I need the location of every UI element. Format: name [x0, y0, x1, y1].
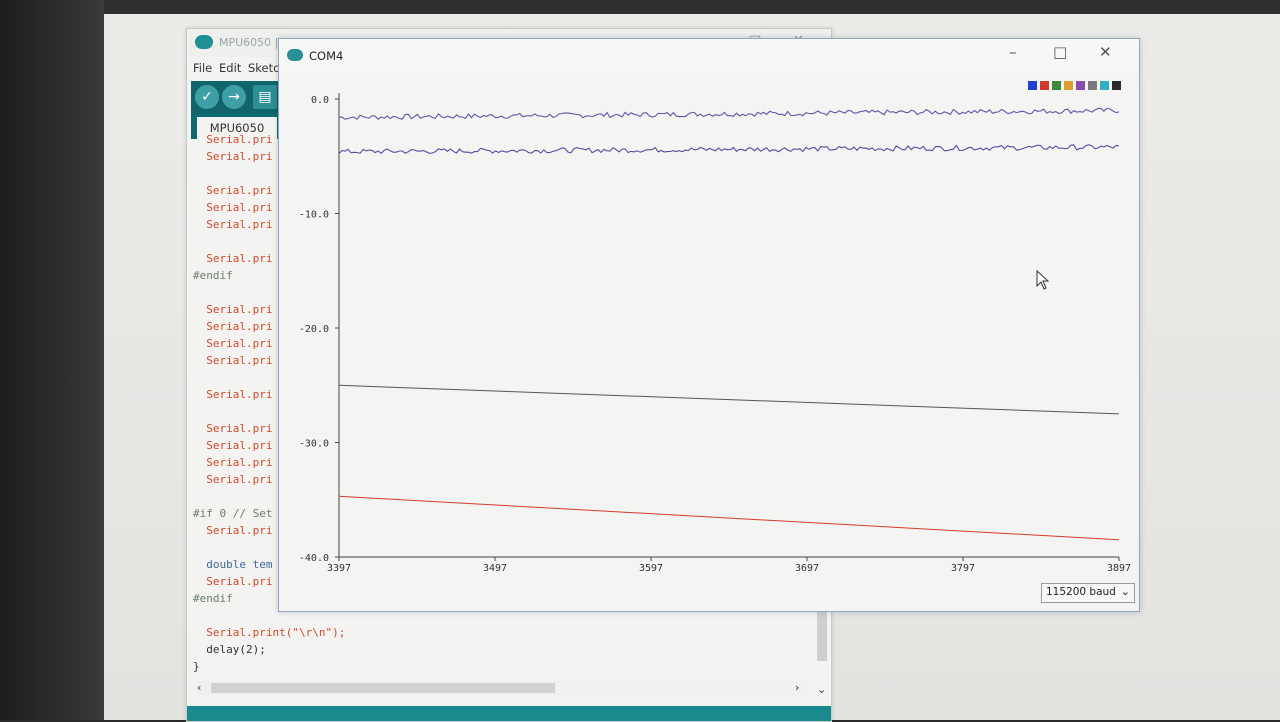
- editor-horizontal-scrollbar[interactable]: ‹ ›: [195, 681, 807, 695]
- code-line: #if 0 // Set: [193, 507, 273, 520]
- code-line: Serial.pri: [193, 337, 273, 350]
- code-line: Serial.pri: [193, 320, 273, 333]
- ide-status-bar: [187, 706, 831, 721]
- code-line: Serial.pri: [193, 388, 273, 401]
- x-tick-label: 3797: [951, 563, 975, 574]
- mouse-cursor-icon: [1036, 270, 1050, 290]
- series-line-2: [338, 384, 1120, 415]
- baud-rate-value: 115200 baud: [1046, 586, 1116, 598]
- code-line: Serial.pri: [193, 150, 273, 163]
- code-line: Serial.pri: [193, 456, 273, 469]
- y-tick-label: 0.0: [311, 95, 329, 106]
- y-tick-label: -30.0: [299, 439, 329, 450]
- upload-button[interactable]: →: [222, 85, 246, 109]
- plot-area: 0.0 -10.0 -20.0 -30.0 -40.03397 3497 3597 3697 3…: [299, 93, 1131, 574]
- x-tick-label: 3897: [1107, 563, 1131, 574]
- code-line: #endif: [193, 592, 233, 605]
- baud-rate-select[interactable]: 115200 baud ⌄: [1041, 583, 1135, 603]
- code-line: Serial.pri: [193, 303, 273, 316]
- editor-vertical-scrollbar[interactable]: ⌄: [815, 609, 827, 699]
- code-line: Serial.pri: [193, 218, 273, 231]
- x-tick-label: 3497: [483, 563, 507, 574]
- code-line: Serial.pri: [193, 439, 273, 452]
- code-line: Serial.pri: [193, 184, 273, 197]
- y-tick-label: -10.0: [299, 210, 329, 221]
- series-line-0: [338, 107, 1120, 121]
- x-tick-label: 3697: [795, 563, 819, 574]
- code-line: double tem: [193, 558, 273, 571]
- scroll-down-icon[interactable]: ⌄: [817, 683, 826, 696]
- menu-edit[interactable]: Edit: [219, 61, 241, 75]
- code-line: }: [193, 660, 200, 673]
- verify-button[interactable]: ✓: [195, 85, 219, 109]
- serial-plotter-window: COM4 – □ ✕ 0.0 -10.0 -20.0 -30.0 -40.0 3397 34…: [278, 38, 1140, 612]
- code-line: Serial.pri: [193, 252, 273, 265]
- code-line: #endif: [193, 269, 233, 282]
- code-line: Serial.pri: [193, 524, 273, 537]
- series-line-1: [338, 144, 1120, 155]
- code-line: Serial.pri: [193, 354, 273, 367]
- monitor-bezel-top: [0, 0, 1280, 14]
- chevron-down-icon: ⌄: [1120, 585, 1130, 598]
- code-line: Serial.pri: [193, 133, 273, 146]
- arduino-logo-icon: [195, 35, 213, 49]
- scroll-left-icon[interactable]: ‹: [197, 681, 201, 694]
- y-tick-label: -40.0: [299, 553, 329, 564]
- code-line: Serial.pri: [193, 473, 273, 486]
- horizontal-scroll-thumb[interactable]: [211, 683, 555, 693]
- code-line: Serial.print("\r\n");: [193, 626, 346, 639]
- y-tick-label: -20.0: [299, 324, 329, 335]
- code-line: Serial.pri: [193, 575, 273, 588]
- code-line: Serial.pri: [193, 201, 273, 214]
- menu-file[interactable]: File: [193, 61, 212, 75]
- code-line: delay(2);: [193, 643, 266, 656]
- vertical-scroll-thumb[interactable]: [817, 609, 827, 661]
- x-tick-label: 3597: [639, 563, 663, 574]
- new-sketch-button[interactable]: ▤: [253, 85, 277, 109]
- scroll-right-icon[interactable]: ›: [795, 681, 799, 694]
- monitor-bezel-left: [0, 0, 104, 720]
- series-line-3: [338, 495, 1120, 541]
- x-tick-label: 3397: [327, 563, 351, 574]
- code-line: Serial.pri: [193, 422, 273, 435]
